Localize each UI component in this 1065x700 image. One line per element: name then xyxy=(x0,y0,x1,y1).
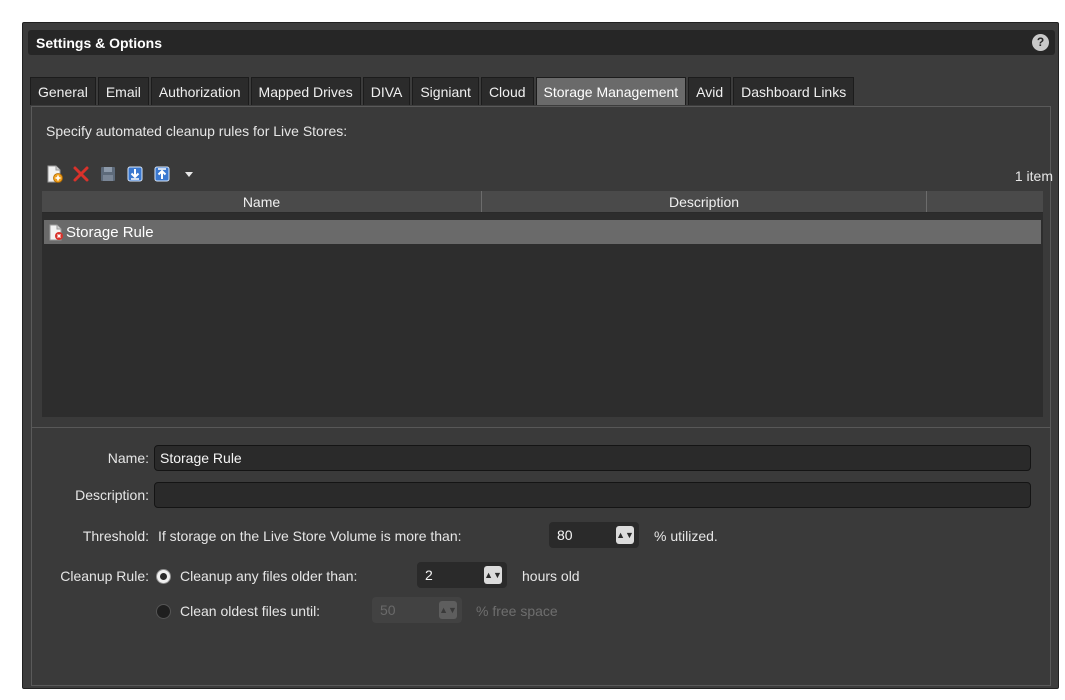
tab-email[interactable]: Email xyxy=(97,77,149,105)
new-rule-icon[interactable] xyxy=(45,165,63,183)
hours-suffix: hours old xyxy=(522,568,580,584)
column-header-name[interactable]: Name xyxy=(42,191,482,212)
tab-authorization[interactable]: Authorization xyxy=(150,77,249,105)
tab-cloud[interactable]: Cloud xyxy=(480,77,534,105)
tab-signiant[interactable]: Signiant xyxy=(412,77,479,105)
tab-bar: General Email Authorization Mapped Drive… xyxy=(30,77,856,105)
name-label: Name: xyxy=(107,450,149,466)
window-title: Settings & Options xyxy=(36,34,162,51)
table-row[interactable]: Storage Rule xyxy=(44,220,1041,244)
threshold-label: Threshold: xyxy=(82,528,149,544)
free-space-value: 50 xyxy=(380,602,396,618)
column-header-description[interactable]: Description xyxy=(482,191,927,212)
tab-storage-management[interactable]: Storage Management xyxy=(535,77,687,105)
free-space-suffix: % free space xyxy=(476,603,558,619)
cleanup-older-label: Cleanup any files older than: xyxy=(180,568,358,584)
rules-toolbar xyxy=(45,165,207,183)
settings-window: Settings & Options ? General Email Autho… xyxy=(22,22,1059,689)
threshold-stepper[interactable]: 80 ▲▼ xyxy=(549,522,639,548)
rules-grid: Name Description Storage Rule xyxy=(42,191,1043,417)
column-header-extra xyxy=(927,191,1043,212)
tab-general[interactable]: General xyxy=(30,77,96,105)
grid-header: Name Description xyxy=(42,191,1043,213)
tab-mapped-drives[interactable]: Mapped Drives xyxy=(250,77,361,105)
cleanup-older-radio[interactable] xyxy=(156,569,171,584)
tab-diva[interactable]: DIVA xyxy=(362,77,411,105)
hours-value: 2 xyxy=(425,567,433,583)
threshold-text: If storage on the Live Store Volume is m… xyxy=(158,528,462,544)
delete-icon[interactable] xyxy=(72,165,90,183)
rule-details: Name: Storage Rule Description: Threshol… xyxy=(32,427,1050,685)
save-icon[interactable] xyxy=(99,165,117,183)
title-bar: Settings & Options ? xyxy=(28,30,1055,55)
row-name: Storage Rule xyxy=(66,223,154,241)
tab-dashboard-links[interactable]: Dashboard Links xyxy=(733,77,855,105)
storage-management-panel: Specify automated cleanup rules for Live… xyxy=(31,106,1053,686)
description-field[interactable] xyxy=(154,482,1031,508)
tab-avid[interactable]: Avid xyxy=(688,77,732,105)
cleanup-rule-label: Cleanup Rule: xyxy=(60,568,149,584)
storage-rule-icon xyxy=(48,224,64,241)
threshold-spin-icon[interactable]: ▲▼ xyxy=(616,526,634,544)
description-label: Description: xyxy=(75,487,149,503)
export-icon[interactable] xyxy=(153,165,171,183)
clean-oldest-radio[interactable] xyxy=(156,604,171,619)
hours-stepper[interactable]: 2 ▲▼ xyxy=(417,562,507,588)
free-space-spin-icon[interactable]: ▲▼ xyxy=(439,601,457,619)
item-count: 1 item xyxy=(1014,168,1053,184)
dropdown-icon[interactable] xyxy=(180,165,198,183)
clean-oldest-label: Clean oldest files until: xyxy=(180,603,321,619)
name-field[interactable]: Storage Rule xyxy=(154,445,1031,471)
free-space-stepper[interactable]: 50 ▲▼ xyxy=(372,597,462,623)
hours-spin-icon[interactable]: ▲▼ xyxy=(484,566,502,584)
threshold-value: 80 xyxy=(557,527,573,543)
threshold-suffix: % utilized. xyxy=(654,528,718,544)
help-button[interactable]: ? xyxy=(1032,34,1049,51)
import-icon[interactable] xyxy=(126,165,144,183)
instruction-text: Specify automated cleanup rules for Live… xyxy=(46,123,348,139)
